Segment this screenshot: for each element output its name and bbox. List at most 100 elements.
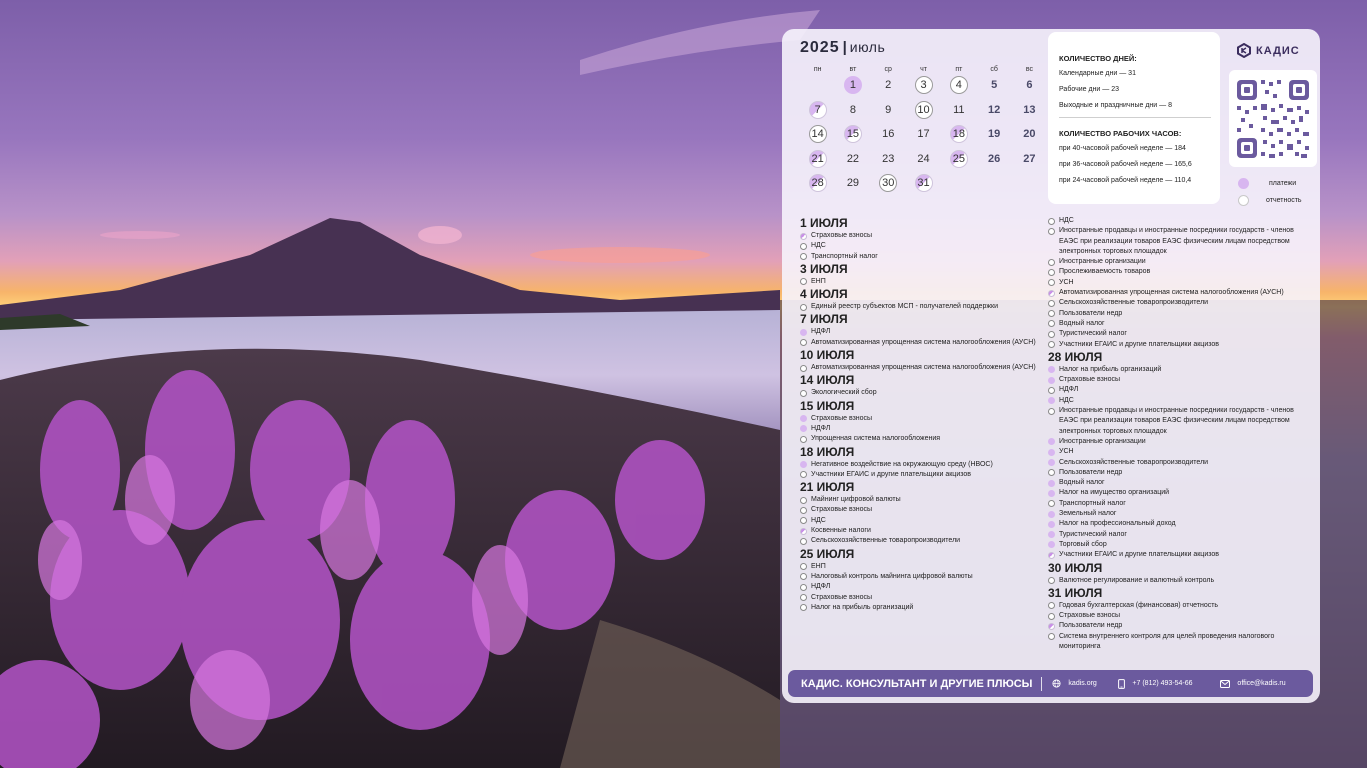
payment-dot-icon — [800, 415, 807, 423]
calendar-day[interactable]: 28 — [808, 174, 827, 193]
calendar-day[interactable]: 31 — [914, 174, 933, 193]
report-dot-icon — [800, 303, 807, 311]
payment-dot-icon — [1048, 397, 1055, 405]
event-item-text: Налог на прибыль организаций — [1059, 365, 1162, 373]
event-item: Туристический налог — [1048, 329, 1313, 339]
event-date: 18 ИЮЛЯ — [800, 444, 855, 459]
calendar-day[interactable]: 15 — [843, 125, 862, 144]
calendar-day[interactable]: 9 — [879, 101, 897, 119]
calendar-day[interactable]: 11 — [950, 101, 968, 119]
event-item: Автоматизированная упрощенная система на… — [800, 363, 1040, 373]
event-item: Налог на имущество организаций — [1048, 488, 1313, 498]
event-item-text: Торговый сбор — [1059, 540, 1107, 548]
event-item: Транспортный налог — [1048, 499, 1313, 509]
payment-dot-icon — [1048, 366, 1055, 374]
event-item: Страховые взносы — [800, 231, 1040, 241]
event-item: Туристический налог — [1048, 530, 1313, 540]
report-dot-icon — [1048, 310, 1055, 318]
hours-36: при 36-часовой рабочей неделе — 165,6 — [1059, 161, 1192, 168]
event-item: ЕНП — [800, 277, 1040, 287]
report-dot-icon — [1048, 299, 1055, 307]
days-title: КОЛИЧЕСТВО ДНЕЙ: — [1059, 54, 1137, 63]
event-item-text: Пользователи недр — [1059, 622, 1123, 630]
calendar-day[interactable]: 17 — [915, 125, 933, 143]
calendar-day[interactable]: 22 — [844, 150, 862, 168]
calendar-day[interactable]: 30 — [879, 174, 898, 193]
calendar-week: 14 15 16 17 18 19 20 — [800, 122, 1045, 147]
report-dot-icon — [800, 242, 807, 250]
weekday-row: пн вт ср чт пт сб вс — [800, 66, 1045, 73]
calendar-day[interactable]: 25 — [949, 149, 968, 168]
calendar-day[interactable]: 16 — [879, 125, 897, 143]
payment-dot-icon — [1048, 531, 1055, 539]
footer-website-text[interactable]: kadis.org — [1068, 680, 1096, 687]
event-item-text: Иностранные организации — [1059, 258, 1146, 266]
event-item: Сельскохозяйственные товаропроизводители — [800, 536, 1040, 546]
mail-icon — [1220, 679, 1231, 688]
event-item: Участники ЕГАИС и другие плательщики акц… — [1048, 340, 1313, 350]
report-dot-icon — [800, 278, 807, 286]
footer-website[interactable]: kadis.org — [1052, 679, 1118, 688]
event-item-text: Пользователи недр — [1059, 468, 1123, 476]
event-item-text: Земельный налог — [1059, 510, 1117, 518]
calendar-week: 123456 — [800, 73, 1045, 98]
footer-email-text[interactable]: office@kadis.ru — [1237, 680, 1285, 687]
weekday-label: ср — [884, 66, 892, 73]
calendar-day[interactable]: 4 — [949, 76, 968, 95]
footer-phone-text[interactable]: +7 (812) 493-54-66 — [1132, 680, 1192, 687]
event-item: ЕНП — [800, 562, 1040, 572]
report-dot-icon — [1048, 602, 1055, 610]
calendar-day[interactable]: 8 — [844, 101, 862, 119]
calendar-week: 7 8 9 10 11 12 13 — [800, 98, 1045, 123]
event-item: НДС — [1048, 396, 1313, 406]
event-item-text: Прослеживаемость товаров — [1059, 268, 1151, 276]
calendar-day[interactable]: 23 — [879, 150, 897, 168]
calendar-day[interactable]: 7 — [808, 100, 827, 119]
calendar-day[interactable]: 2 — [879, 76, 897, 94]
report-dot-icon — [800, 594, 807, 602]
calendar-day[interactable]: 29 — [844, 174, 862, 192]
event-item-text: НДС — [1059, 217, 1074, 224]
calendar-day[interactable]: 18 — [949, 125, 968, 144]
calendar-day[interactable]: 20 — [1020, 125, 1038, 143]
report-dot-icon — [1048, 330, 1055, 338]
event-item-text: УСН — [1059, 448, 1074, 456]
event-item: Страховые взносы — [800, 414, 1040, 424]
calendar-day[interactable]: 1 — [843, 76, 862, 95]
calendar-days: Календарные дни — 31 — [1059, 70, 1136, 77]
payment-dot-icon — [800, 328, 807, 336]
event-item: Участники ЕГАИС и другие плательщики акц… — [800, 470, 1040, 480]
calendar-day[interactable]: 21 — [808, 149, 827, 168]
calendar-day[interactable]: 27 — [1020, 150, 1038, 168]
event-item: Налог на прибыль организаций — [800, 603, 1040, 613]
event-date: 3 ИЮЛЯ — [800, 261, 848, 276]
calendar-day[interactable]: 3 — [914, 76, 933, 95]
calendar-separator: | — [842, 39, 847, 56]
event-item: Страховые взносы — [800, 593, 1040, 603]
calendar-day[interactable]: 26 — [985, 150, 1003, 168]
calendar-day[interactable]: 6 — [1020, 76, 1038, 94]
weekday-label: пт — [955, 66, 963, 73]
event-item: Негативное воздействие на окружающую сре… — [800, 460, 1040, 470]
calendar-day[interactable]: 10 — [914, 100, 933, 119]
calendar-day[interactable]: 14 — [808, 125, 827, 144]
report-dot-icon — [1048, 577, 1055, 584]
event-item: Пользователи недр — [1048, 621, 1313, 631]
report-dot-icon — [800, 604, 807, 612]
footer-phone[interactable]: +7 (812) 493-54-66 — [1118, 678, 1220, 689]
calendar-day[interactable]: 24 — [915, 150, 933, 168]
event-item-text: Упрощенная система налогообложения — [811, 435, 941, 443]
event-date: 10 ИЮЛЯ — [800, 348, 855, 363]
month-calendar: 2025 | июль пн вт ср чт пт сб вс 1 2 3 4 5 6 7 8 9 10 11… — [800, 39, 1045, 196]
footer-email[interactable]: office@kadis.ru — [1220, 679, 1286, 688]
mixed-dot-icon — [1048, 622, 1055, 630]
event-item: Иностранные продавцы и иностранные посре… — [1048, 406, 1313, 437]
calendar-day[interactable]: 13 — [1020, 101, 1038, 119]
event-item-text: НДФЛ — [811, 328, 831, 336]
calendar-day[interactable]: 19 — [985, 125, 1003, 143]
event-item-text: Водный налог — [1059, 479, 1105, 487]
calendar-day[interactable]: 12 — [985, 101, 1003, 119]
event-date: 7 ИЮЛЯ — [800, 312, 848, 327]
calendar-day[interactable]: 5 — [985, 76, 1003, 94]
report-dot-icon — [1048, 633, 1055, 641]
